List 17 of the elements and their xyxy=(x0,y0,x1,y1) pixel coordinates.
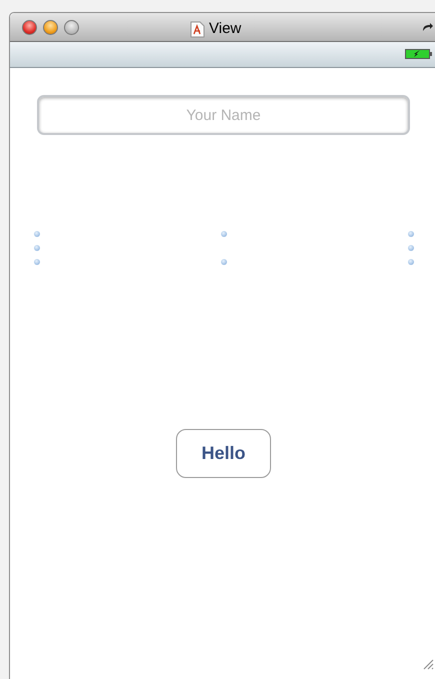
selection-handle[interactable] xyxy=(34,245,40,251)
selection-handle[interactable] xyxy=(221,259,227,265)
selection-handle[interactable] xyxy=(34,259,40,265)
name-field[interactable]: Your Name xyxy=(37,95,410,135)
selection-handle[interactable] xyxy=(408,231,414,237)
curved-arrow-icon[interactable] xyxy=(422,23,433,32)
resize-grip-icon[interactable] xyxy=(422,658,434,670)
window-title: View xyxy=(209,19,242,39)
selection-handle[interactable] xyxy=(34,231,40,237)
selection-handle[interactable] xyxy=(408,245,414,251)
zoom-button[interactable] xyxy=(64,20,79,34)
close-button[interactable] xyxy=(22,20,37,34)
selection-handle[interactable] xyxy=(408,259,414,265)
hello-button[interactable]: Hello xyxy=(176,429,271,478)
selection-handle[interactable] xyxy=(221,231,227,237)
minimize-button[interactable] xyxy=(43,20,58,34)
document-icon xyxy=(190,20,205,38)
